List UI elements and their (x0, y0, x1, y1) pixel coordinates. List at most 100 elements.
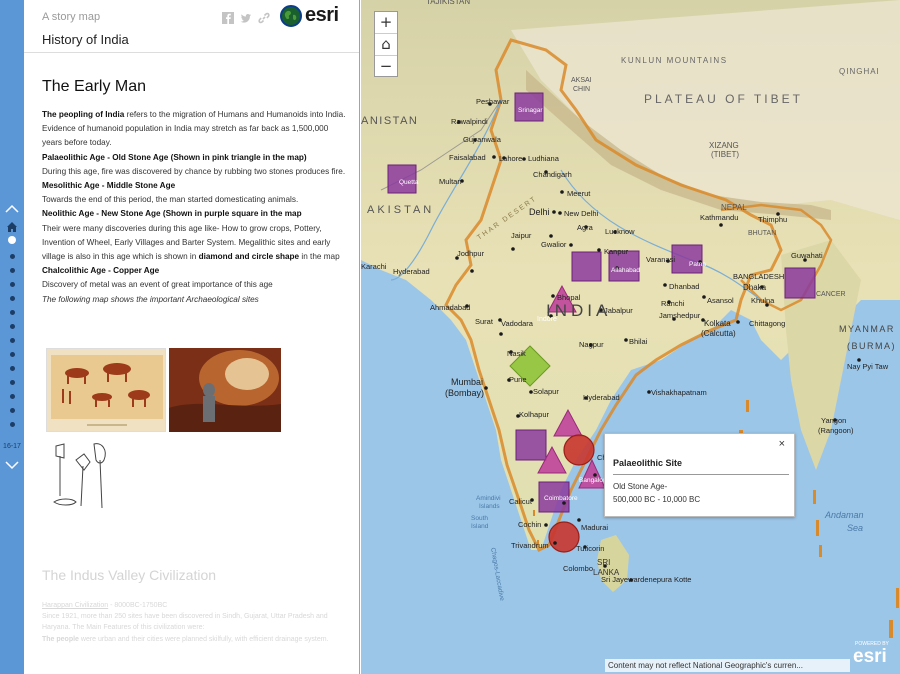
svg-text:SRI: SRI (597, 558, 610, 567)
popup-divider (613, 474, 789, 475)
nav-dot[interactable] (10, 422, 15, 427)
map-view[interactable]: TAJIKISTAN KUNLUN MOUNTAINS QINGHAI AKSA… (361, 0, 900, 674)
svg-text:Solapur: Solapur (533, 387, 559, 396)
intro-lead: The peopling of India (42, 110, 125, 119)
svg-text:Ludhiana: Ludhiana (528, 154, 560, 163)
popup-line1: Old Stone Age- (613, 482, 668, 491)
svg-text:AKISTAN: AKISTAN (367, 204, 434, 216)
svg-text:Andaman: Andaman (824, 510, 864, 520)
home-extent-button[interactable]: ⌂ (375, 34, 397, 56)
map-intro-italic: The following map shows the important Ar… (42, 294, 259, 304)
intro-paragraph: The peopling of India refers to the migr… (42, 108, 350, 151)
svg-text:Rawalpindi: Rawalpindi (451, 117, 488, 126)
svg-text:Colombo: Colombo (563, 564, 593, 573)
section-counter: 16-17 (3, 443, 21, 450)
harappan-dates: - 8000BC-1750BC (108, 602, 168, 609)
esri-logo[interactable]: esri (280, 4, 344, 30)
svg-text:South: South (471, 515, 488, 522)
village-circle (563, 434, 595, 466)
next-section-text1: Since 1921, more than 250 sites have bee… (42, 613, 328, 632)
chevron-down-icon[interactable] (4, 458, 20, 472)
nav-dot[interactable] (10, 282, 15, 287)
svg-text:Surat: Surat (475, 317, 494, 326)
svg-text:QINGHAI: QINGHAI (839, 67, 880, 76)
nav-dot[interactable] (10, 254, 15, 259)
story-title: History of India (42, 32, 129, 47)
svg-text:Dhaka: Dhaka (743, 283, 767, 292)
svg-text:Yangon: Yangon (821, 416, 846, 425)
nav-dot[interactable] (10, 366, 15, 371)
neolithic-text-bold: diamond and circle shape (198, 252, 300, 262)
popup-title: Palaeolithic Site (613, 458, 683, 468)
next-section-title: The Indus Valley Civilization (42, 567, 217, 583)
facebook-icon[interactable] (222, 12, 234, 24)
heading-text: Chalcolithic Age - Copper Age (42, 266, 160, 276)
nav-dot[interactable] (10, 268, 15, 273)
svg-text:Jamshedpur: Jamshedpur (659, 311, 701, 320)
svg-text:NEPAL: NEPAL (721, 203, 747, 212)
svg-text:Trivandrum: Trivandrum (511, 541, 549, 550)
svg-text:New Delhi: New Delhi (564, 209, 599, 218)
link-icon[interactable] (258, 12, 270, 24)
chalcolithic-text: Discovery of metal was an event of great… (42, 280, 273, 290)
popup-line2: 500,000 BC - 10,000 BC (613, 495, 701, 504)
neolithic-heading: Neolithic Age - New Stone Age (Shown in … (42, 207, 350, 221)
svg-text:Calicut: Calicut (509, 497, 533, 506)
svg-text:Varanasi: Varanasi (646, 255, 675, 264)
svg-text:Nay Pyi Taw: Nay Pyi Taw (847, 362, 889, 371)
nav-dot[interactable] (10, 380, 15, 385)
chevron-up-icon[interactable] (4, 202, 20, 216)
svg-text:Nasik: Nasik (507, 349, 526, 358)
svg-text:Patna: Patna (689, 261, 706, 268)
svg-text:Gujranwala: Gujranwala (463, 135, 502, 144)
svg-text:Dhanbad: Dhanbad (669, 282, 699, 291)
cave-painting-image[interactable] (46, 348, 166, 432)
svg-text:Islands: Islands (479, 503, 500, 510)
zoom-out-button[interactable]: − (375, 56, 397, 78)
svg-text:BHUTAN: BHUTAN (748, 230, 776, 237)
svg-text:Peshawar: Peshawar (476, 97, 510, 106)
nav-dot[interactable] (10, 352, 15, 357)
story-header: A story map History of India esri (24, 0, 359, 53)
popup-body: Old Stone Age- 500,000 BC - 10,000 BC (613, 480, 700, 506)
svg-text:CANCER: CANCER (816, 291, 846, 298)
section-title: The Early Man (42, 78, 147, 95)
next-section-text2: The people were urban and their cities w… (42, 634, 350, 645)
zoom-in-button[interactable]: + (375, 12, 397, 34)
powered-by-esri-logo[interactable]: POWERED BY esri (853, 641, 897, 671)
nav-dot[interactable] (10, 338, 15, 343)
popup-close-button[interactable]: × (779, 438, 785, 450)
harappan-link[interactable]: Harappan Civilization (42, 602, 108, 609)
svg-text:Bhilai: Bhilai (629, 337, 648, 346)
svg-text:Guwahati: Guwahati (791, 251, 823, 260)
story-subtitle: A story map (42, 11, 101, 23)
svg-text:Cochin: Cochin (518, 520, 541, 529)
svg-text:Allahabad: Allahabad (611, 267, 640, 274)
stone-tools-sketch[interactable] (46, 436, 118, 516)
nav-dot[interactable] (10, 394, 15, 399)
svg-text:(Calcutta): (Calcutta) (701, 329, 736, 338)
palaeolithic-heading: Palaeolithic Age - Old Stone Age (Shown … (42, 151, 350, 165)
svg-text:Vishakhapatnam: Vishakhapatnam (651, 388, 707, 397)
nav-dot[interactable] (10, 408, 15, 413)
home-icon[interactable] (6, 218, 18, 232)
svg-text:Gwalior: Gwalior (541, 240, 567, 249)
story-nav-rail: 16-17 (0, 0, 24, 674)
svg-text:Hyderabad: Hyderabad (583, 393, 620, 402)
svg-text:Asansol: Asansol (707, 296, 734, 305)
svg-text:Sri Jayewardenepura Kotte: Sri Jayewardenepura Kotte (601, 575, 691, 584)
svg-text:Kanpur: Kanpur (604, 247, 629, 256)
nav-dot[interactable] (10, 310, 15, 315)
cave-figure-photo[interactable] (169, 348, 281, 432)
nav-dot-active[interactable] (8, 236, 16, 244)
svg-text:PLATEAU OF TIBET: PLATEAU OF TIBET (644, 92, 803, 106)
twitter-icon[interactable] (240, 12, 252, 24)
nav-dot[interactable] (10, 296, 15, 301)
svg-text:Chandigarh: Chandigarh (533, 170, 572, 179)
mesolithic-heading: Mesolithic Age - Middle Stone Age (42, 179, 350, 193)
site-popup: × Palaeolithic Site Old Stone Age- 500,0… (604, 433, 795, 517)
svg-text:Jaipur: Jaipur (511, 231, 532, 240)
nav-dot[interactable] (10, 324, 15, 329)
neolithic-text: Their were many discoveries during this … (42, 222, 350, 265)
svg-text:Faisalabad: Faisalabad (449, 153, 486, 162)
